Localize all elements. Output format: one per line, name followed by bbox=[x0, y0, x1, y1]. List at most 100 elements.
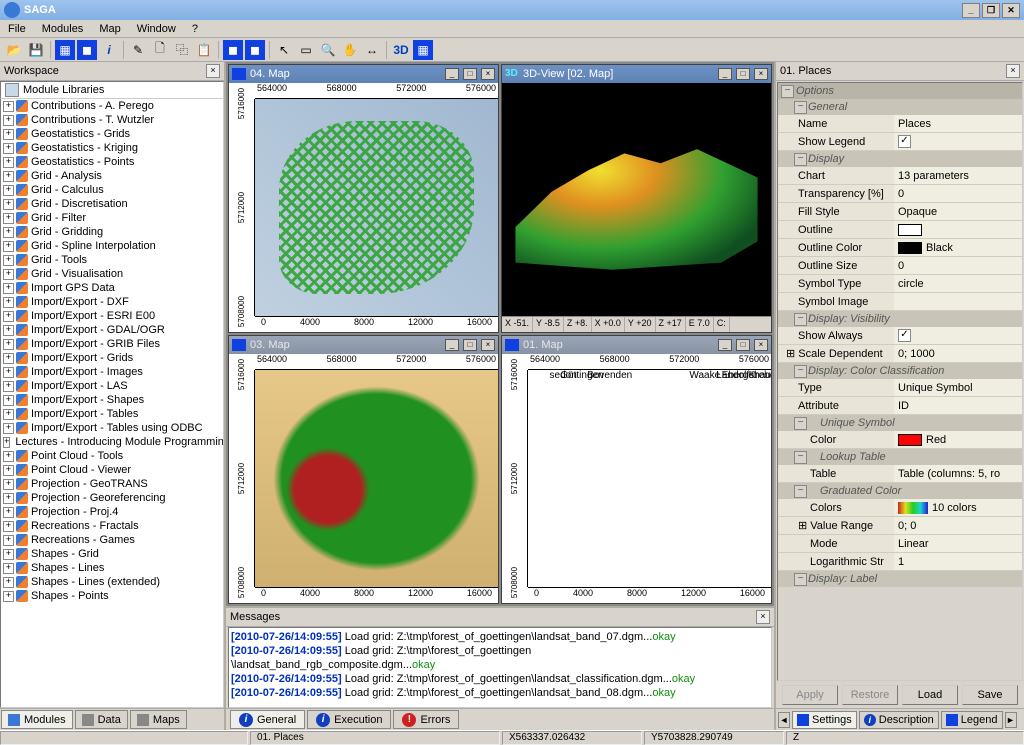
tree-item[interactable]: +Grid - Visualisation bbox=[1, 267, 223, 281]
swatch-icon[interactable] bbox=[898, 224, 922, 236]
expand-icon[interactable]: + bbox=[3, 227, 14, 238]
group-display-visibility[interactable]: Display: Visibility bbox=[778, 311, 1022, 327]
tab-general[interactable]: iGeneral bbox=[230, 710, 305, 729]
map-03-titlebar[interactable]: 03. Map _ □ × bbox=[229, 336, 498, 354]
expand-icon[interactable]: + bbox=[3, 255, 14, 266]
expand-icon[interactable]: + bbox=[3, 465, 14, 476]
tree-item[interactable]: +Point Cloud - Tools bbox=[1, 449, 223, 463]
min-icon[interactable]: _ bbox=[445, 339, 459, 351]
property-grid[interactable]: Options General NamePlaces Show Legend✓ … bbox=[777, 82, 1023, 681]
expand-icon[interactable]: + bbox=[3, 283, 14, 294]
scroll-left-icon[interactable]: ◄ bbox=[778, 712, 790, 728]
tree-item[interactable]: +Shapes - Lines (extended) bbox=[1, 575, 223, 589]
menu-modules[interactable]: Modules bbox=[38, 23, 88, 35]
expand-icon[interactable]: + bbox=[3, 241, 14, 252]
swatch-icon[interactable] bbox=[898, 434, 922, 446]
tree-item[interactable]: +Grid - Discretisation bbox=[1, 197, 223, 211]
tab-execution[interactable]: iExecution bbox=[307, 710, 391, 729]
map-01-titlebar[interactable]: 01. Map _ □ × bbox=[502, 336, 771, 354]
menu-window[interactable]: Window bbox=[133, 23, 180, 35]
expand-icon[interactable]: + bbox=[3, 339, 14, 350]
save-button[interactable]: Save bbox=[962, 685, 1018, 705]
group-general[interactable]: General bbox=[778, 99, 1022, 115]
expand-icon[interactable]: + bbox=[3, 493, 14, 504]
select-icon[interactable]: ▭ bbox=[296, 40, 316, 60]
close-icon[interactable]: × bbox=[481, 68, 495, 80]
load-button[interactable]: Load bbox=[902, 685, 958, 705]
workspace-close-icon[interactable]: × bbox=[206, 64, 220, 78]
max-icon[interactable]: □ bbox=[463, 339, 477, 351]
open-icon[interactable]: 📂 bbox=[4, 40, 24, 60]
threeD-body[interactable]: X -51.Y -8.5Z +8.X +0.0Y +20Z +17E 7.0C: bbox=[502, 83, 771, 332]
tab-errors[interactable]: !Errors bbox=[393, 710, 459, 729]
group-display-label[interactable]: Display: Label bbox=[778, 571, 1022, 587]
map-01-body[interactable]: 564000568000572000576000 571600057120005… bbox=[502, 354, 771, 603]
group-display[interactable]: Display bbox=[778, 151, 1022, 167]
min-icon[interactable]: _ bbox=[718, 68, 732, 80]
menu-file[interactable]: File bbox=[4, 23, 30, 35]
paste-icon[interactable]: 📋 bbox=[194, 40, 214, 60]
scroll-right-icon[interactable]: ► bbox=[1005, 712, 1017, 728]
save-icon[interactable]: 💾 bbox=[26, 40, 46, 60]
layout-icon[interactable]: ▦ bbox=[413, 40, 433, 60]
expand-icon[interactable]: + bbox=[3, 199, 14, 210]
menu-help[interactable]: ? bbox=[188, 23, 202, 35]
new-icon[interactable]: ✎ bbox=[128, 40, 148, 60]
tab-modules[interactable]: Modules bbox=[1, 710, 73, 729]
expand-icon[interactable]: + bbox=[3, 549, 14, 560]
expand-icon[interactable]: + bbox=[3, 521, 14, 532]
map-04-body[interactable]: 564000568000572000576000 571600057120005… bbox=[229, 83, 498, 332]
tree-item[interactable]: +Import/Export - Shapes bbox=[1, 393, 223, 407]
close-icon[interactable]: × bbox=[481, 339, 495, 351]
tree-item[interactable]: +Projection - Proj.4 bbox=[1, 505, 223, 519]
close-button[interactable]: ✕ bbox=[1002, 3, 1020, 18]
tree-item[interactable]: +Import/Export - DXF bbox=[1, 295, 223, 309]
tree-item[interactable]: +Lectures - Introducing Module Programmi… bbox=[1, 435, 223, 449]
close-icon[interactable]: × bbox=[754, 68, 768, 80]
max-icon[interactable]: □ bbox=[736, 339, 750, 351]
tree-item[interactable]: +Import/Export - GRIB Files bbox=[1, 337, 223, 351]
info-icon[interactable]: i bbox=[99, 40, 119, 60]
expand-icon[interactable]: + bbox=[3, 101, 14, 112]
expand-icon[interactable]: + bbox=[3, 479, 14, 490]
tree-item[interactable]: +Geostatistics - Kriging bbox=[1, 141, 223, 155]
tree-item[interactable]: +Geostatistics - Grids bbox=[1, 127, 223, 141]
tree-item[interactable]: +Shapes - Lines bbox=[1, 561, 223, 575]
layer2-icon[interactable]: ◼ bbox=[77, 40, 97, 60]
minimize-button[interactable]: _ bbox=[962, 3, 980, 18]
messages-close-icon[interactable]: × bbox=[756, 610, 770, 624]
tree-item[interactable]: +Contributions - A. Perego bbox=[1, 99, 223, 113]
tree-item[interactable]: +Recreations - Games bbox=[1, 533, 223, 547]
tree-item[interactable]: +Projection - GeoTRANS bbox=[1, 477, 223, 491]
zoom-icon[interactable]: 🔍 bbox=[318, 40, 338, 60]
expand-icon[interactable]: + bbox=[3, 185, 14, 196]
tree-item[interactable]: +Import/Export - ESRI E00 bbox=[1, 309, 223, 323]
tree-item[interactable]: +Point Cloud - Viewer bbox=[1, 463, 223, 477]
close-icon[interactable]: × bbox=[754, 339, 768, 351]
tab-legend[interactable]: Legend bbox=[941, 711, 1003, 729]
tab-data[interactable]: Data bbox=[75, 710, 128, 729]
expand-icon[interactable]: + bbox=[3, 591, 14, 602]
tree-item[interactable]: +Grid - Filter bbox=[1, 211, 223, 225]
threeD-icon[interactable]: 3D bbox=[391, 40, 411, 60]
checkbox-icon[interactable]: ✓ bbox=[898, 329, 911, 342]
tab-description[interactable]: iDescription bbox=[859, 711, 939, 729]
tree-item[interactable]: +Geostatistics - Points bbox=[1, 155, 223, 169]
expand-icon[interactable]: + bbox=[3, 535, 14, 546]
expand-icon[interactable]: + bbox=[3, 157, 14, 168]
map-04-titlebar[interactable]: 04. Map _ □ × bbox=[229, 65, 498, 83]
menu-map[interactable]: Map bbox=[95, 23, 124, 35]
grid-icon[interactable]: ◼ bbox=[223, 40, 243, 60]
messages-body[interactable]: [2010-07-26/14:09:55] Load grid: Z:\tmp\… bbox=[228, 627, 772, 708]
expand-icon[interactable]: + bbox=[3, 143, 14, 154]
module-tree[interactable]: +Contributions - A. Perego+Contributions… bbox=[0, 99, 224, 708]
expand-icon[interactable]: + bbox=[3, 325, 14, 336]
max-icon[interactable]: □ bbox=[736, 68, 750, 80]
min-icon[interactable]: _ bbox=[718, 339, 732, 351]
tree-item[interactable]: +Grid - Gridding bbox=[1, 225, 223, 239]
tree-item[interactable]: +Shapes - Points bbox=[1, 589, 223, 603]
swatch-icon[interactable] bbox=[898, 242, 922, 254]
pan-icon[interactable]: ✋ bbox=[340, 40, 360, 60]
expand-icon[interactable]: + bbox=[3, 451, 14, 462]
tab-maps[interactable]: Maps bbox=[130, 710, 187, 729]
